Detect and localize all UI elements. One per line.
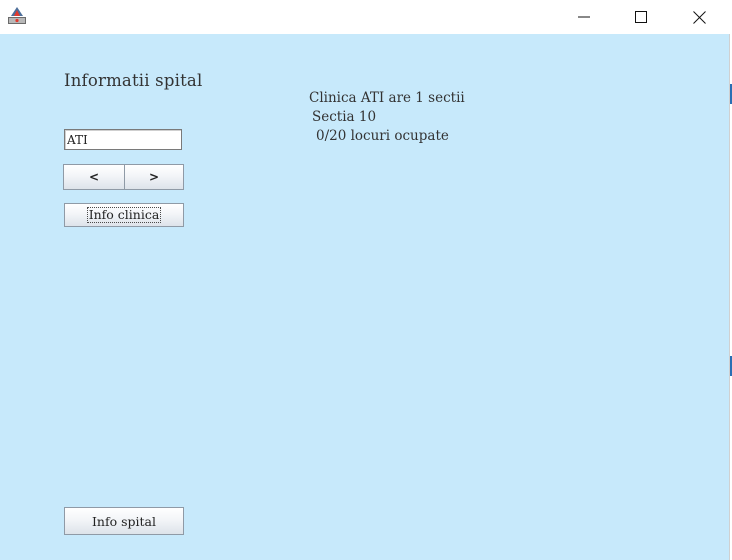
- occupancy-text: 0/20 locuri ocupate: [316, 128, 449, 144]
- clinic-name-input[interactable]: [64, 129, 182, 150]
- previous-button[interactable]: <: [63, 164, 125, 190]
- page-title: Informatii spital: [64, 71, 203, 90]
- info-clinica-label: Info clinica: [86, 207, 162, 223]
- info-clinica-button[interactable]: Info clinica: [64, 203, 184, 227]
- minimize-icon: [578, 16, 590, 18]
- next-button[interactable]: >: [124, 164, 184, 190]
- minimize-button[interactable]: [555, 0, 613, 34]
- title-bar: [0, 0, 732, 34]
- maximize-icon: [635, 11, 647, 23]
- maximize-button[interactable]: [612, 0, 670, 34]
- section-text: Sectia 10: [312, 109, 377, 125]
- close-icon: [692, 10, 706, 24]
- clinic-summary-text: Clinica ATI are 1 sectii: [309, 90, 465, 106]
- info-spital-button[interactable]: Info spital: [64, 507, 184, 535]
- java-app-icon: [7, 6, 27, 26]
- close-button[interactable]: [670, 0, 728, 34]
